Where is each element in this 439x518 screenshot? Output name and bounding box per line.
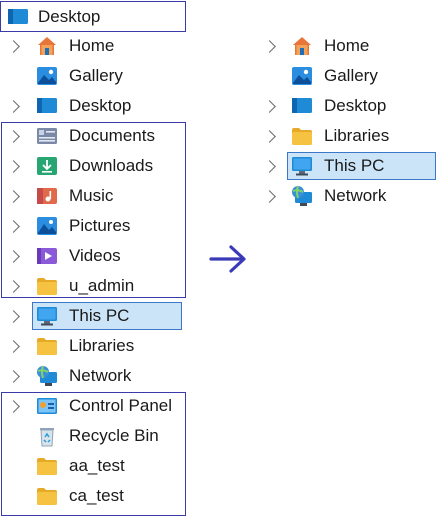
- folder-icon: [36, 275, 58, 297]
- downloads-icon: [36, 155, 58, 177]
- gallery-icon: [291, 65, 313, 87]
- this-pc-icon: [36, 305, 58, 327]
- tree-item-network[interactable]: Network: [0, 362, 186, 390]
- tree-item-recycle-bin[interactable]: Recycle Bin: [0, 422, 186, 450]
- gallery-icon: [36, 65, 58, 87]
- tree-item-label: Control Panel: [69, 396, 173, 415]
- network-icon: [291, 185, 313, 207]
- tree-item-label: Home: [69, 36, 115, 55]
- tree-item-music[interactable]: Music: [0, 182, 186, 210]
- chevron-right-icon[interactable]: [7, 280, 20, 293]
- chevron-right-icon[interactable]: [7, 160, 20, 173]
- tree-item-gallery[interactable]: Gallery: [0, 62, 186, 90]
- documents-icon: [36, 125, 58, 147]
- tree-item-home[interactable]: Home: [0, 32, 186, 60]
- tree-item-label: This PC: [324, 156, 385, 175]
- control-panel-icon: [36, 395, 58, 417]
- chevron-right-icon[interactable]: [263, 100, 276, 113]
- chevron-right-icon[interactable]: [7, 220, 20, 233]
- tree-item-label: Downloads: [69, 156, 154, 175]
- desktop-icon: [36, 95, 58, 117]
- tree-item-label: Recycle Bin: [69, 426, 159, 445]
- tree-item-home[interactable]: Home: [255, 32, 439, 60]
- tree-item-documents[interactable]: Documents: [0, 122, 186, 150]
- folder-icon: [291, 125, 313, 147]
- tree-item-label: Videos: [69, 246, 121, 265]
- chevron-right-icon[interactable]: [7, 40, 20, 53]
- network-icon: [36, 365, 58, 387]
- folder-icon: [36, 485, 58, 507]
- chevron-right-icon[interactable]: [7, 100, 20, 113]
- arrow-right-icon: [209, 245, 246, 273]
- desktop-icon: [7, 6, 29, 28]
- tree-item-label: This PC: [69, 306, 130, 325]
- music-icon: [36, 185, 58, 207]
- folder-icon: [36, 455, 58, 477]
- chevron-right-icon[interactable]: [7, 310, 20, 323]
- home-icon: [291, 35, 313, 57]
- tree-item-label: Gallery: [69, 66, 123, 85]
- tree-item-label: ca_test: [69, 486, 124, 505]
- chevron-right-icon[interactable]: [263, 40, 276, 53]
- tree-item-desktop[interactable]: Desktop: [0, 92, 186, 120]
- tree-item-libraries[interactable]: Libraries: [0, 332, 186, 360]
- tree-item-label: Desktop: [324, 96, 387, 115]
- desktop-header-label: Desktop: [38, 7, 101, 26]
- recycle-bin-icon: [36, 425, 58, 447]
- tree-item-pictures[interactable]: Pictures: [0, 212, 186, 240]
- chevron-right-icon[interactable]: [263, 190, 276, 203]
- chevron-right-icon[interactable]: [7, 130, 20, 143]
- tree-item-control-panel[interactable]: Control Panel: [0, 392, 186, 420]
- tree-item-label: u_admin: [69, 276, 135, 295]
- pictures-icon: [36, 215, 58, 237]
- folder-icon: [36, 335, 58, 357]
- tree-item-label: Pictures: [69, 216, 131, 235]
- chevron-right-icon[interactable]: [7, 190, 20, 203]
- tree-item-label: Libraries: [69, 336, 135, 355]
- home-icon: [36, 35, 58, 57]
- chevron-right-icon[interactable]: [7, 250, 20, 263]
- tree-item-label: Music: [69, 186, 114, 205]
- videos-icon: [36, 245, 58, 267]
- tree-item-label: Network: [69, 366, 132, 385]
- desktop-icon: [291, 95, 313, 117]
- chevron-right-icon[interactable]: [263, 130, 276, 143]
- chevron-right-icon[interactable]: [7, 340, 20, 353]
- tree-item-aa-test[interactable]: aa_test: [0, 452, 186, 480]
- tree-item-libraries[interactable]: Libraries: [255, 122, 439, 150]
- tree-item-label: Libraries: [324, 126, 390, 145]
- tree-item-label: aa_test: [69, 456, 125, 475]
- this-pc-icon: [291, 155, 313, 177]
- tree-item-gallery[interactable]: Gallery: [255, 62, 439, 90]
- tree-item-label: Gallery: [324, 66, 378, 85]
- tree-item-network[interactable]: Network: [255, 182, 439, 210]
- tree-item-label: Desktop: [69, 96, 132, 115]
- tree-item-ca-test[interactable]: ca_test: [0, 482, 186, 510]
- tree-item-desktop[interactable]: Desktop: [255, 92, 439, 120]
- tree-item-this-pc[interactable]: This PC: [0, 302, 186, 330]
- chevron-right-icon[interactable]: [7, 400, 20, 413]
- desktop-header[interactable]: Desktop: [0, 1, 186, 32]
- tree-item-label: Home: [324, 36, 370, 55]
- chevron-right-icon[interactable]: [7, 370, 20, 383]
- tree-item-videos[interactable]: Videos: [0, 242, 186, 270]
- tree-item-downloads[interactable]: Downloads: [0, 152, 186, 180]
- chevron-right-icon[interactable]: [263, 160, 276, 173]
- tree-item-label: Documents: [69, 126, 155, 145]
- tree-item-u-admin[interactable]: u_admin: [0, 272, 186, 300]
- tree-item-label: Network: [324, 186, 387, 205]
- tree-item-this-pc[interactable]: This PC: [255, 152, 439, 180]
